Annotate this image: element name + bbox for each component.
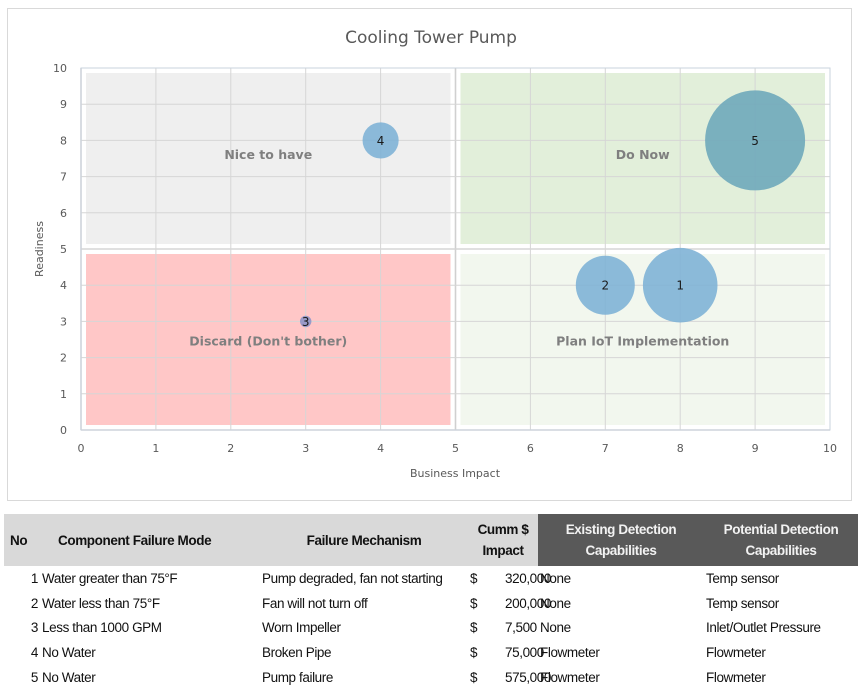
y-tick-label: 0	[60, 424, 67, 437]
cell-existing-detection: Flowmeter	[540, 644, 600, 660]
cell-failure-mode: Less than 1000 GPM	[42, 620, 162, 636]
failure-mode-table: No Component Failure Mode Failure Mechan…	[4, 514, 858, 689]
quadrant-label: Plan IoT Implementation	[556, 333, 729, 348]
table-row: 2 Water less than 75°F Fan will not turn…	[4, 591, 858, 616]
x-axis-label: Business Impact	[410, 467, 501, 480]
cell-existing-detection: None	[540, 595, 571, 611]
y-axis-label: Readiness	[33, 221, 46, 277]
cell-failure-mode: No Water	[42, 644, 96, 660]
cell-failure-mechanism: Pump degraded, fan not starting	[262, 570, 443, 586]
table-row: 3 Less than 1000 GPM Worn Impeller $ 7,5…	[4, 615, 858, 640]
bubble-label: 5	[751, 134, 759, 148]
cell-existing-detection: None	[540, 620, 571, 636]
cell-failure-mode: Water less than 75°F	[42, 595, 160, 611]
header-existing-line2: Capabilities	[585, 543, 657, 558]
table-row: 5 No Water Pump failure $ 575,000 Flowme…	[4, 665, 858, 689]
y-tick-label: 9	[60, 98, 67, 111]
x-tick-label: 9	[752, 442, 759, 455]
y-tick-label: 8	[60, 134, 67, 147]
x-tick-label: 0	[78, 442, 85, 455]
table-row: 1 Water greater than 75°F Pump degraded,…	[4, 566, 858, 591]
chart-area: Cooling Tower Pump Nice to have Do Now Dis…	[7, 8, 852, 501]
header-cumm-impact-line2: Impact	[482, 543, 524, 558]
x-tick-label: 1	[152, 442, 159, 455]
quadrant-label: Do Now	[616, 147, 670, 162]
cell-currency: $	[470, 669, 478, 685]
cell-failure-mechanism: Fan will not turn off	[262, 595, 368, 611]
x-tick-label: 6	[527, 442, 534, 455]
cell-potential-detection: Temp sensor	[706, 595, 779, 611]
y-tick-label: 10	[53, 62, 67, 75]
y-axis-ticks: 0 1 2 3 4 5 6 7 8 9 10	[53, 62, 67, 437]
x-tick-label: 8	[677, 442, 684, 455]
x-tick-label: 5	[452, 442, 459, 455]
cell-potential-detection: Flowmeter	[706, 669, 766, 685]
y-tick-label: 2	[60, 352, 67, 365]
x-tick-label: 3	[302, 442, 309, 455]
cell-no: 4	[30, 644, 39, 660]
header-failure-mechanism: Failure Mechanism	[260, 514, 468, 566]
header-component-failure-mode: Component Failure Mode	[40, 514, 260, 566]
cell-failure-mode: Water greater than 75°F	[42, 570, 178, 586]
cell-impact: 200,000	[505, 595, 551, 611]
bubble-chart: Cooling Tower Pump Nice to have Do Now Dis…	[33, 28, 838, 480]
cell-impact: 75,000	[505, 644, 544, 660]
x-tick-label: 7	[602, 442, 609, 455]
header-existing-line1: Existing Detection	[565, 522, 677, 537]
bubble-label: 4	[377, 134, 385, 148]
cell-failure-mode: No Water	[42, 669, 96, 685]
x-tick-label: 10	[823, 442, 837, 455]
cell-potential-detection: Temp sensor	[706, 570, 779, 586]
x-tick-label: 2	[227, 442, 234, 455]
x-tick-label: 4	[377, 442, 384, 455]
cell-potential-detection: Inlet/Outlet Pressure	[706, 620, 821, 636]
cell-impact: 320,000	[505, 570, 551, 586]
header-no: No	[4, 514, 40, 566]
cell-existing-detection: None	[540, 570, 571, 586]
bubble-label: 2	[601, 279, 609, 293]
y-tick-label: 4	[60, 279, 67, 292]
y-tick-label: 6	[60, 207, 67, 220]
bubble-label: 1	[676, 279, 684, 293]
header-potential-detection: Potential Detection Capabilities	[704, 514, 858, 566]
y-tick-label: 7	[60, 171, 67, 184]
table-row: 4 No Water Broken Pipe $ 75,000 Flowmete…	[4, 640, 858, 665]
cell-failure-mechanism: Worn Impeller	[262, 620, 341, 636]
cell-no: 3	[30, 620, 39, 636]
y-tick-label: 3	[60, 315, 67, 328]
header-potential-line1: Potential Detection	[723, 522, 839, 537]
cell-failure-mechanism: Pump failure	[262, 669, 333, 685]
header-cumm-impact-line1: Cumm $	[477, 522, 529, 537]
cell-existing-detection: Flowmeter	[540, 669, 600, 685]
header-cumm-impact: Cumm $ Impact	[468, 514, 538, 566]
cell-failure-mechanism: Broken Pipe	[262, 644, 332, 660]
quadrant-label: Discard (Don't bother)	[189, 333, 347, 348]
y-tick-label: 5	[60, 243, 67, 256]
header-potential-line2: Capabilities	[745, 543, 817, 558]
x-axis-ticks: 0 1 2 3 4 5 6 7 8 9 10	[78, 442, 838, 455]
chart-title: Cooling Tower Pump	[345, 28, 517, 48]
cell-currency: $	[470, 595, 478, 611]
cell-no: 2	[30, 595, 39, 611]
table-header-row: No Component Failure Mode Failure Mechan…	[4, 514, 858, 566]
cell-currency: $	[470, 570, 478, 586]
quadrant-label: Nice to have	[224, 147, 312, 162]
cell-currency: $	[470, 620, 478, 636]
cell-no: 1	[30, 570, 39, 586]
cell-currency: $	[470, 644, 478, 660]
cell-impact: 575,000	[505, 669, 551, 685]
cell-no: 5	[30, 669, 39, 685]
y-tick-label: 1	[60, 388, 67, 401]
cell-impact: 7,500	[505, 620, 537, 636]
header-existing-detection: Existing Detection Capabilities	[538, 514, 704, 566]
bubble-label: 3	[302, 315, 310, 329]
cell-potential-detection: Flowmeter	[706, 644, 766, 660]
